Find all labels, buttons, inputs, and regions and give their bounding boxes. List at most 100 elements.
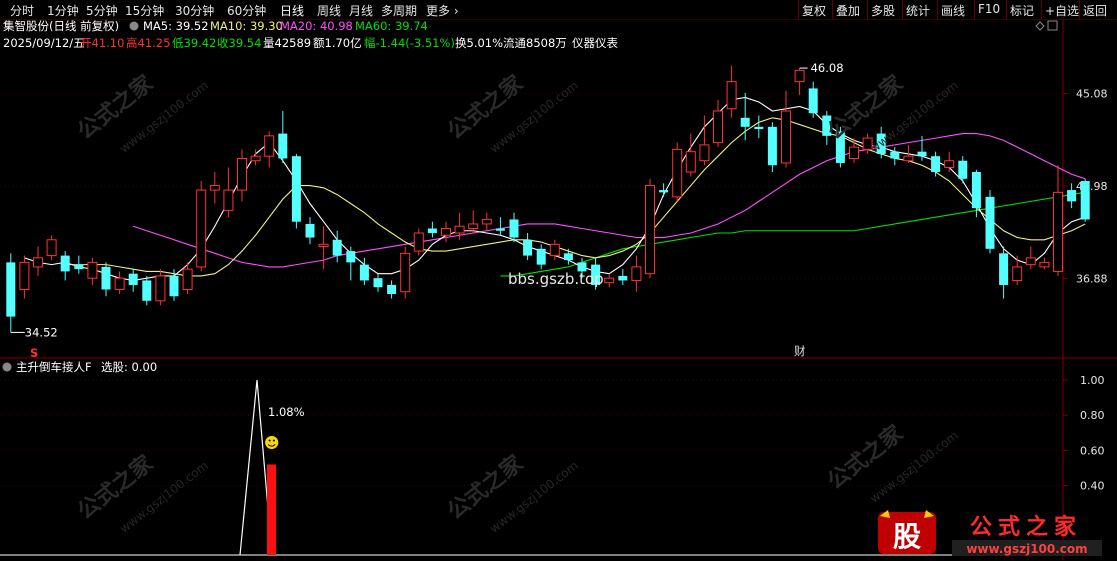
candle-body-up xyxy=(1053,191,1063,272)
high-label: 高41.25 xyxy=(126,36,170,50)
ma60-line xyxy=(500,191,1086,277)
tool-button-6[interactable]: 标记 xyxy=(1010,2,1034,19)
candle-body-up xyxy=(685,151,696,173)
tool-button-7[interactable]: +自选 xyxy=(1045,2,1079,19)
candle-body-up xyxy=(250,155,261,162)
candle-body-down xyxy=(740,117,750,127)
tool-button-3[interactable]: 统计 xyxy=(906,2,930,19)
tool-button-4[interactable]: 画线 xyxy=(941,2,965,19)
tool-button-0[interactable]: 复权 xyxy=(802,2,826,19)
candle-body-down xyxy=(999,253,1009,285)
candle-body-up xyxy=(33,257,43,268)
date-label: 2025/09/12/五 xyxy=(3,36,85,50)
ma10-label: MA10: 39.30 xyxy=(210,20,283,33)
candle-body-down xyxy=(1080,181,1090,220)
dropdown-icon xyxy=(129,21,139,31)
candle-body-up xyxy=(468,223,479,229)
indicator-name: 主升倒车接人F xyxy=(16,360,92,374)
period-toolbar: 分时 1分钟 5分钟 15分钟 30分钟 60分钟 日线 周线 月线 多周期 更多 › 复权 叠加 多股统… xyxy=(0,0,1117,20)
candle-body-down xyxy=(754,126,764,130)
svg-text:公式之家: 公式之家 xyxy=(970,514,1082,540)
period-tab-8[interactable]: 月线 xyxy=(349,2,373,19)
candle-body-down xyxy=(917,151,927,157)
pct-label: 1.08% xyxy=(268,405,305,419)
float-label: 流通8508万 xyxy=(503,36,567,50)
candle-body-up xyxy=(672,148,683,198)
smiley-icon: ☻ xyxy=(264,434,280,452)
svg-text:www.gszj100.com: www.gszj100.com xyxy=(966,542,1087,556)
candle-body-up xyxy=(318,243,329,248)
svg-text:股: 股 xyxy=(893,520,921,553)
tool-button-5[interactable]: F10 xyxy=(978,2,1000,16)
period-tab-10[interactable]: 更多 › xyxy=(426,2,459,19)
candle-body-down xyxy=(971,172,981,209)
candle-body-down xyxy=(1067,190,1077,202)
candle-body-down xyxy=(985,196,995,249)
candle-body-up xyxy=(699,144,710,162)
ma20-line xyxy=(133,133,1086,268)
candle-body-up xyxy=(713,110,723,144)
candle-body-up xyxy=(794,69,805,83)
candle-body-up xyxy=(155,275,166,302)
tool-button-8[interactable]: 返回 xyxy=(1083,2,1107,19)
candle-body-down xyxy=(808,88,818,114)
period-tab-4[interactable]: 30分钟 xyxy=(175,2,214,19)
candle-body-down xyxy=(890,151,900,159)
candle-body-up xyxy=(604,277,615,284)
candle-body-down xyxy=(427,228,437,233)
candle-body-up xyxy=(631,266,642,281)
site-watermark: bbs.gszb.top xyxy=(508,270,604,288)
candle-body-down xyxy=(659,190,669,193)
candle-body-down xyxy=(305,223,315,238)
candle-body-up xyxy=(1039,261,1050,268)
indicator-axis-label: 0.60 xyxy=(1080,444,1105,457)
tool-button-2[interactable]: 多股 xyxy=(871,2,895,19)
kline-chart[interactable]: 45.0840.9836.88 主升倒车接人F 选股: 0.001.000.800… xyxy=(0,20,1117,560)
candle-body-down xyxy=(60,255,70,272)
gongshizhijia-logo: 股 公式之家 www.gszj100.com xyxy=(878,508,1114,558)
industry-label: 仪器仪表 xyxy=(572,36,618,50)
price-axis-label: 36.88 xyxy=(1076,273,1108,286)
candle-body-down xyxy=(958,160,968,179)
candle-body-down xyxy=(387,284,397,294)
candle-body-up xyxy=(481,218,492,225)
period-tab-6[interactable]: 日线 xyxy=(280,2,304,19)
candle-body-down xyxy=(509,219,519,238)
candle-body-up xyxy=(862,137,873,150)
period-tab-2[interactable]: 5分钟 xyxy=(86,2,118,19)
candle-body-up xyxy=(726,81,737,110)
period-tab-3[interactable]: 15分钟 xyxy=(125,2,164,19)
indicator-axis-label: 1.00 xyxy=(1080,374,1105,387)
signal-bar xyxy=(267,464,276,555)
candle-body-up xyxy=(645,185,655,275)
finance-marker: 财 xyxy=(794,344,806,358)
candle-body-down xyxy=(278,133,288,159)
low-price-label: 34.52 xyxy=(25,325,58,339)
candle-body-down xyxy=(495,228,505,231)
period-tab-7[interactable]: 周线 xyxy=(317,2,341,19)
ma60-label: MA60: 39.74 xyxy=(355,20,428,33)
candle-body-down xyxy=(536,248,546,265)
candle-body-down xyxy=(618,275,628,281)
candle-body-up xyxy=(87,261,98,279)
change-label: 幅-1.44(-3.51%) xyxy=(364,36,455,50)
tool-button-1[interactable]: 叠加 xyxy=(836,2,860,19)
indicator-dropdown-icon xyxy=(2,362,12,372)
period-tab-1[interactable]: 1分钟 xyxy=(47,2,79,19)
ma5-label: MA5: 39.52 xyxy=(143,20,209,33)
candle-body-down xyxy=(835,131,845,163)
candle-body-up xyxy=(223,189,234,211)
s-marker: S xyxy=(30,346,38,360)
candle-body-up xyxy=(196,189,207,268)
candle-body-up xyxy=(46,239,57,257)
candle-body-up xyxy=(182,268,193,290)
candle-body-down xyxy=(128,273,138,285)
indicator-axis-label: 0.80 xyxy=(1080,409,1105,422)
close-label: 收39.54 xyxy=(217,36,261,50)
candle-body-up xyxy=(237,157,247,191)
period-tab-0[interactable]: 分时 xyxy=(10,2,34,19)
period-tab-5[interactable]: 60分钟 xyxy=(227,2,266,19)
period-tab-9[interactable]: 多周期 xyxy=(381,2,417,19)
candle-body-up xyxy=(209,185,220,191)
candle-body-up xyxy=(441,227,451,236)
